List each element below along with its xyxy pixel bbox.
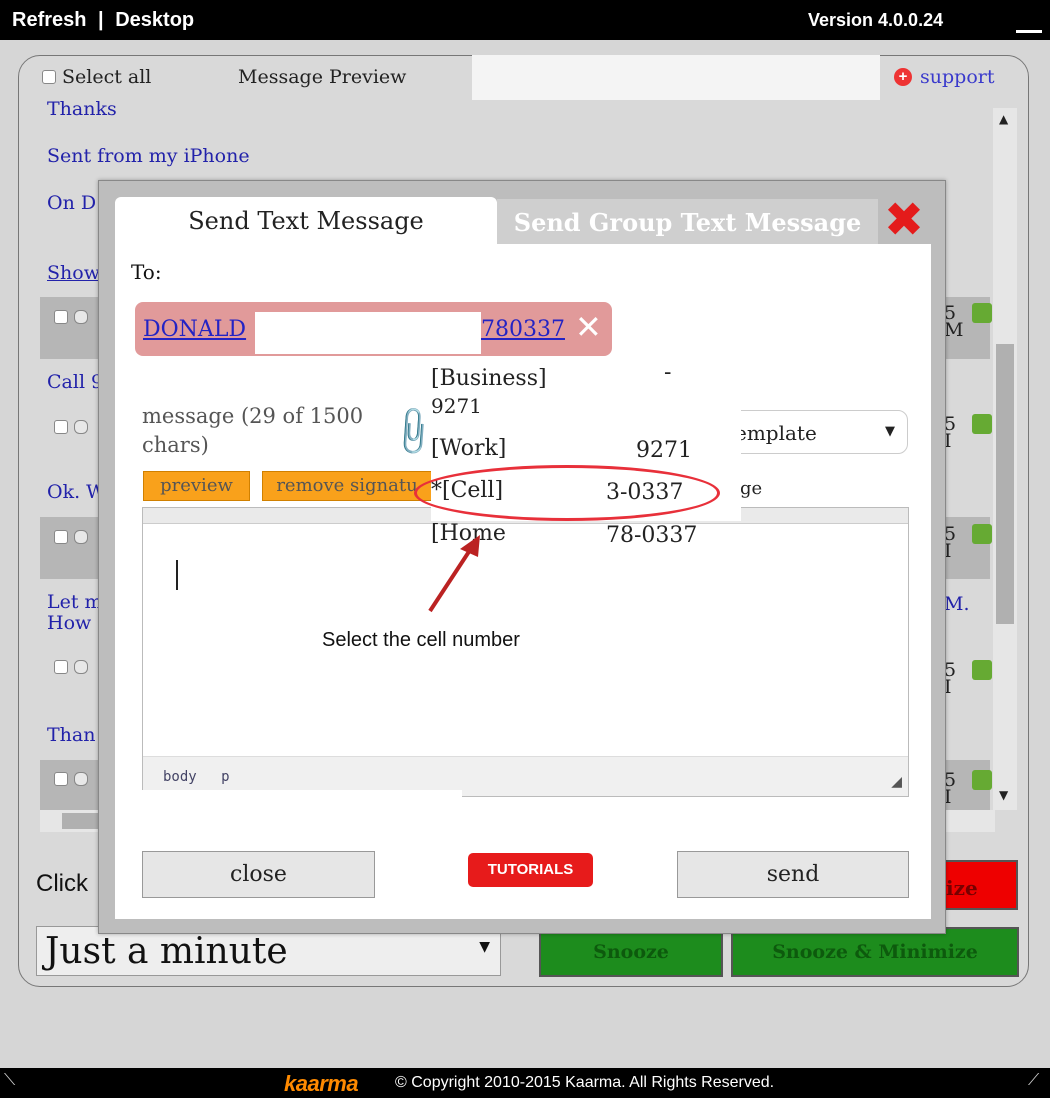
- chevron-down-icon: ▼: [479, 939, 490, 955]
- send-button[interactable]: send: [677, 851, 909, 898]
- dropdown-item-home-number[interactable]: 78-0337: [606, 523, 697, 548]
- scroll-down-icon[interactable]: ▼: [999, 788, 1008, 802]
- tab-send-group-text[interactable]: Send Group Text Message: [497, 199, 878, 244]
- select-all[interactable]: Select all: [42, 66, 151, 88]
- dropdown-item-business-number[interactable]: 9271: [431, 394, 482, 418]
- row-date-fragment: 5M: [944, 302, 964, 341]
- annotation-caption: Select the cell number: [322, 629, 520, 651]
- dropdown-item-work[interactable]: [Work]: [431, 436, 506, 461]
- version-label: Version 4.0.0.24: [808, 10, 944, 30]
- contact-icon[interactable]: [972, 524, 992, 544]
- row-controls[interactable]: [54, 660, 88, 674]
- path-p[interactable]: p: [221, 769, 229, 785]
- row-controls[interactable]: [54, 420, 88, 434]
- recipient-number[interactable]: 780337: [481, 317, 565, 342]
- message-preview-header: Message Preview: [238, 66, 407, 88]
- arrow-icon: [428, 535, 480, 613]
- row-controls[interactable]: [54, 310, 88, 324]
- contact-icon[interactable]: [972, 660, 992, 680]
- scroll-up-icon[interactable]: ▲: [999, 112, 1008, 126]
- arrow-shaft: [428, 545, 474, 613]
- chat-bubble-icon[interactable]: [74, 660, 88, 674]
- path-body[interactable]: body: [163, 769, 197, 785]
- message-line: Ok. W: [47, 481, 106, 503]
- top-bar: Refresh | Desktop Version 4.0.0.24: [0, 0, 1050, 40]
- click-label: Click: [36, 870, 88, 897]
- recipient-chip[interactable]: DONALD 780337 ✕: [135, 302, 612, 356]
- row-checkbox[interactable]: [54, 530, 68, 544]
- chevron-down-icon: ▼: [885, 424, 895, 439]
- row-checkbox[interactable]: [54, 420, 68, 434]
- contact-icon[interactable]: [972, 770, 992, 790]
- support-label: support: [920, 66, 995, 88]
- show-link[interactable]: Show: [47, 262, 100, 284]
- select-all-checkbox[interactable]: [42, 70, 56, 84]
- recipient-name[interactable]: DONALD: [143, 317, 246, 342]
- m-label: M.: [944, 593, 970, 615]
- scroll-thumb[interactable]: [996, 344, 1014, 624]
- tab-send-text[interactable]: Send Text Message: [115, 197, 497, 244]
- contact-icon[interactable]: [972, 303, 992, 323]
- minimize-button[interactable]: ize: [938, 860, 1018, 910]
- chat-bubble-icon[interactable]: [74, 420, 88, 434]
- snooze-duration-value: Just a minute: [45, 931, 288, 972]
- row-checkbox[interactable]: [54, 772, 68, 786]
- footer: ⟍ kaarma © Copyright 2010-2015 Kaarma. A…: [0, 1068, 1050, 1098]
- arrow-head: [460, 535, 480, 557]
- remove-signature-button[interactable]: remove signatu: [262, 471, 432, 501]
- chat-bubble-icon[interactable]: [74, 530, 88, 544]
- close-icon[interactable]: ✖: [882, 196, 926, 244]
- row-controls[interactable]: [54, 772, 88, 786]
- row-checkbox[interactable]: [54, 660, 68, 674]
- chat-bubble-icon[interactable]: [74, 310, 88, 324]
- usage-label: ge: [740, 478, 763, 499]
- row-controls[interactable]: [54, 530, 88, 544]
- redacted-block: [138, 790, 462, 828]
- redacted-block: [462, 798, 910, 828]
- resize-grip-icon[interactable]: ⟋: [1028, 1072, 1039, 1090]
- redacted-block: [472, 55, 880, 100]
- select-all-label: Select all: [62, 66, 152, 88]
- resize-grip-icon[interactable]: ⟍: [4, 1072, 15, 1090]
- message-line: Call 9: [47, 371, 104, 393]
- plus-icon: +: [894, 68, 912, 86]
- resize-handle-icon[interactable]: ◢: [891, 774, 902, 790]
- dropdown-item-work-number[interactable]: 9271: [636, 438, 692, 463]
- message-line: Let m How: [47, 592, 103, 634]
- message-line: Than: [47, 724, 96, 746]
- highlight-ellipse: [414, 465, 720, 521]
- tutorials-button[interactable]: TUTORIALS: [468, 853, 593, 887]
- refresh-link[interactable]: Refresh: [12, 9, 86, 31]
- dropdown-item-business-fragment: -: [664, 360, 672, 385]
- copyright-text: © Copyright 2010-2015 Kaarma. All Rights…: [395, 1074, 775, 1091]
- preview-button[interactable]: preview: [143, 471, 250, 501]
- support-link[interactable]: + support: [894, 66, 994, 88]
- separator: |: [98, 9, 104, 31]
- chat-bubble-icon[interactable]: [74, 772, 88, 786]
- message-line: Sent from my iPhone: [47, 145, 250, 167]
- template-select-value: emplate: [735, 421, 817, 445]
- row-checkbox[interactable]: [54, 310, 68, 324]
- close-button[interactable]: close: [142, 851, 375, 898]
- message-line: Thanks: [47, 98, 117, 120]
- message-editor[interactable]: body p ◢: [142, 507, 909, 797]
- message-line-2: How: [47, 612, 92, 634]
- text-cursor: [176, 560, 178, 590]
- snooze-minimize-button[interactable]: Snooze & Minimize: [731, 927, 1019, 977]
- to-label: To:: [131, 260, 162, 284]
- message-line: On D: [47, 192, 97, 214]
- message-line-1: Let m: [47, 591, 103, 613]
- remove-recipient-icon[interactable]: ✕: [575, 308, 602, 346]
- minimize-icon[interactable]: [1016, 30, 1042, 33]
- contact-icon[interactable]: [972, 414, 992, 434]
- vertical-scrollbar[interactable]: ▲ ▼: [993, 108, 1017, 810]
- dropdown-item-business[interactable]: [Business]: [431, 366, 547, 391]
- message-char-count: message (29 of 1500 chars): [142, 404, 364, 457]
- top-nav: Refresh | Desktop: [12, 9, 200, 32]
- redacted-block: [255, 312, 481, 354]
- kaarma-logo: kaarma: [284, 1071, 359, 1096]
- snooze-button[interactable]: Snooze: [539, 927, 723, 977]
- desktop-link[interactable]: Desktop: [115, 9, 194, 31]
